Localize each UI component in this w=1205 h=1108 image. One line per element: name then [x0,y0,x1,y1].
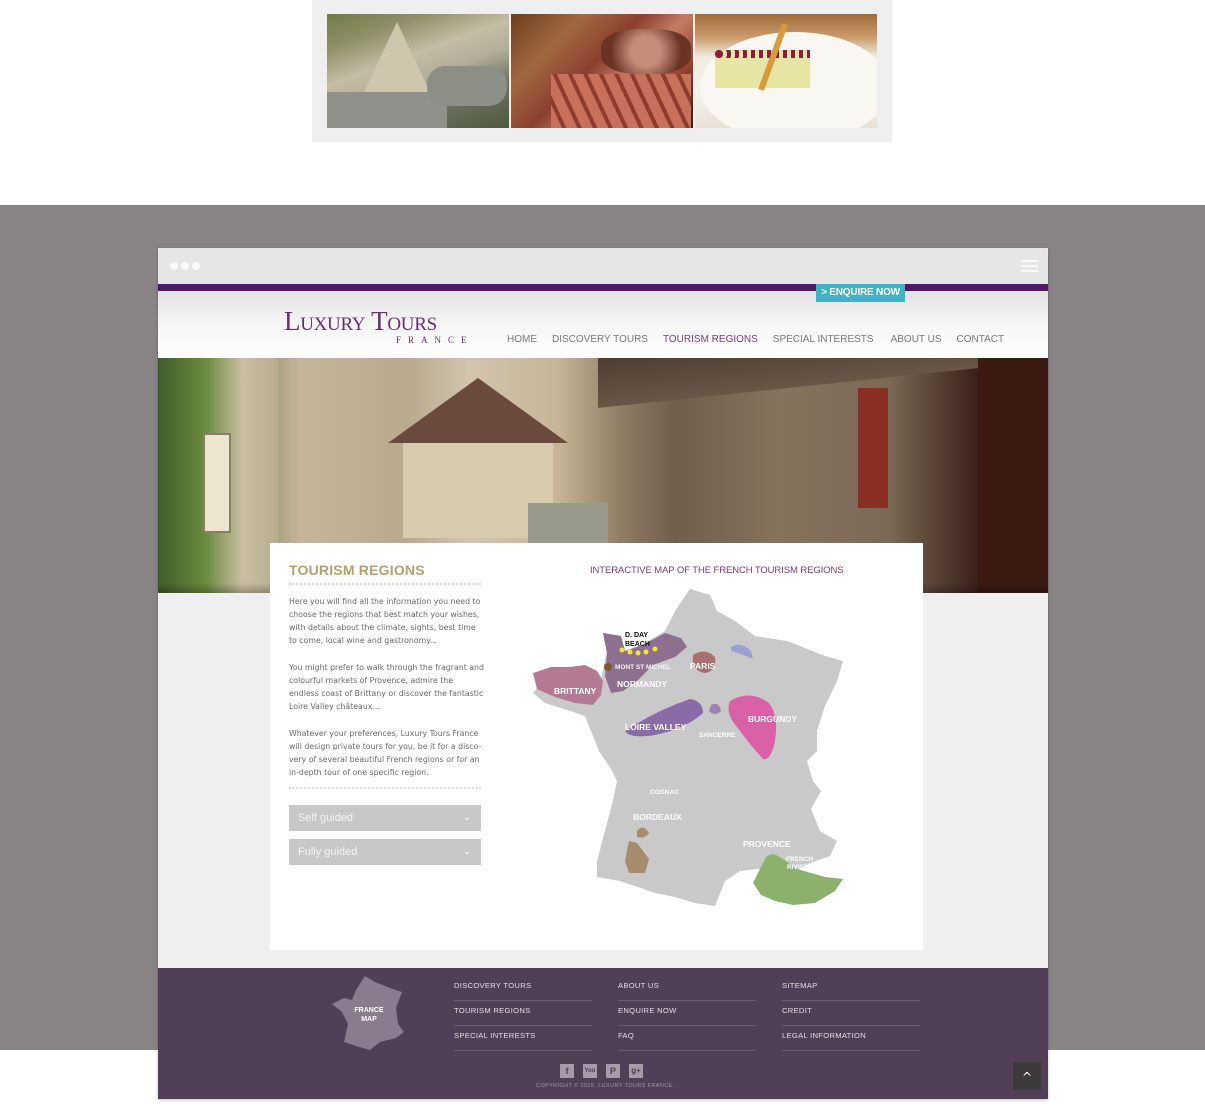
social-links: f You P g+ [560,1064,652,1078]
footer-link-credit[interactable]: CREDIT [782,1001,920,1026]
back-to-top-button[interactable]: ^ [1013,1062,1041,1090]
window-dot-icon [170,262,178,270]
riviera-line-1: FRENCH [786,856,813,863]
footer-map-label-2: MAP [361,1016,377,1023]
food-gallery [312,0,892,142]
map-label-cognac: COGNAC [650,789,679,796]
region-mont-st-michel[interactable] [604,663,612,671]
map-label-loire-valley: LOIRE VALLEY [625,722,687,732]
self-guided-dropdown[interactable]: Self guided ⌄ [289,805,481,831]
map-label-provence: PROVENCE [743,839,791,849]
dropdown-label: Self guided [298,812,354,824]
dropdown-label: Fully guided [298,846,358,858]
footer-link-discovery-tours[interactable]: DISCOVERY TOURS [454,976,592,1001]
gallery-photo-dessert[interactable] [695,14,877,128]
intro-paragraph-2: You might prefer to walk through the fra… [289,663,484,711]
nav-about-us[interactable]: ABOUT US [891,334,942,345]
footer-map-label-1: FRANCE [354,1007,383,1014]
footer-france-map[interactable]: FRANCE MAP [330,974,408,1052]
footer-link-special-interests[interactable]: SPECIAL INTERESTS [454,1026,592,1051]
footer-column-3: SITEMAP CREDIT LEGAL INFORMATION [782,976,920,1051]
window-dot-icon [192,262,200,270]
brand-bar [158,284,1048,291]
map-label-paris: PARIS [690,661,716,671]
site-footer: FRANCE MAP DISCOVERY TOURS TOURISM REGIO… [158,968,1048,1099]
youtube-icon[interactable]: You [583,1064,597,1078]
logo-main: Luxury Tours [284,306,437,336]
gallery-photo-bread[interactable] [511,14,693,128]
map-label-dday: D. DAY BEACH [625,632,650,648]
footer-link-about-us[interactable]: ABOUT US [618,976,756,1001]
gallery-photo-cheese[interactable] [327,14,509,128]
footer-link-faq[interactable]: FAQ [618,1026,756,1051]
logo-sub: FRANCE [396,335,474,345]
footer-column-2: ABOUT US ENQUIRE NOW FAQ [618,976,756,1051]
map-label-french-riviera: FRENCH RIVIERA [786,856,814,871]
chevron-down-icon: ⌄ [462,846,471,857]
nav-home[interactable]: HOME [507,334,537,345]
chevron-down-icon: ⌄ [462,812,471,823]
hamburger-icon[interactable] [1021,260,1038,272]
map-label-mont-st-michel: MONT ST MICHEL [615,664,671,671]
intro-paragraph-1: Here you will find all the information y… [289,597,481,645]
google-plus-icon[interactable]: g+ [629,1064,643,1078]
footer-link-tourism-regions[interactable]: TOURISM REGIONS [454,1001,592,1026]
pinterest-icon[interactable]: P [606,1064,620,1078]
nav-contact[interactable]: CONTACT [957,334,1005,345]
browser-chrome [158,248,1048,284]
content-panel: TOURISM REGIONS Here you will find all t… [270,543,923,950]
browser-window: > ENQUIRE NOW Luxury Tours FRANCE HOME D… [158,248,1048,1099]
footer-link-legal-information[interactable]: LEGAL INFORMATION [782,1026,920,1051]
nav-discovery-tours[interactable]: DISCOVERY TOURS [552,334,648,345]
window-dot-icon [181,262,189,270]
copyright: COPYRIGHT © 2015. LUXURY TOURS FRANCE. [536,1083,675,1089]
map-title: INTERACTIVE MAP OF THE FRENCH TOURISM RE… [590,565,844,576]
facebook-icon[interactable]: f [560,1064,574,1078]
main-nav: HOME DISCOVERY TOURS TOURISM REGIONS SPE… [507,334,1019,345]
map-label-brittany: BRITTANY [554,686,597,696]
map-label-bordeaux: BORDEAUX [633,812,682,822]
riviera-line-2: RIVIERA [787,864,814,871]
map-label-sancerre: SANCERRE [699,732,736,739]
footer-link-enquire-now[interactable]: ENQUIRE NOW [618,1001,756,1026]
fully-guided-dropdown[interactable]: Fully guided ⌄ [289,839,481,865]
enquire-now-button[interactable]: > ENQUIRE NOW [816,284,905,302]
logo[interactable]: Luxury Tours FRANCE [284,306,467,346]
nav-special-interests[interactable]: SPECIAL INTERESTS [773,334,874,345]
footer-link-sitemap[interactable]: SITEMAP [782,976,920,1001]
map-label-burgundy: BURGUNDY [748,714,797,724]
intro-paragraph-3: Whatever your preferences, Luxury Tours … [289,729,482,777]
france-map[interactable]: D. DAY BEACH MONT ST MICHEL NORMANDY BRIT… [525,581,855,911]
divider [289,583,481,585]
nav-tourism-regions[interactable]: TOURISM REGIONS [663,334,758,345]
map-label-normandy: NORMANDY [617,679,667,689]
divider [289,787,481,789]
footer-column-1: DISCOVERY TOURS TOURISM REGIONS SPECIAL … [454,976,592,1051]
page-title: TOURISM REGIONS [289,562,425,578]
